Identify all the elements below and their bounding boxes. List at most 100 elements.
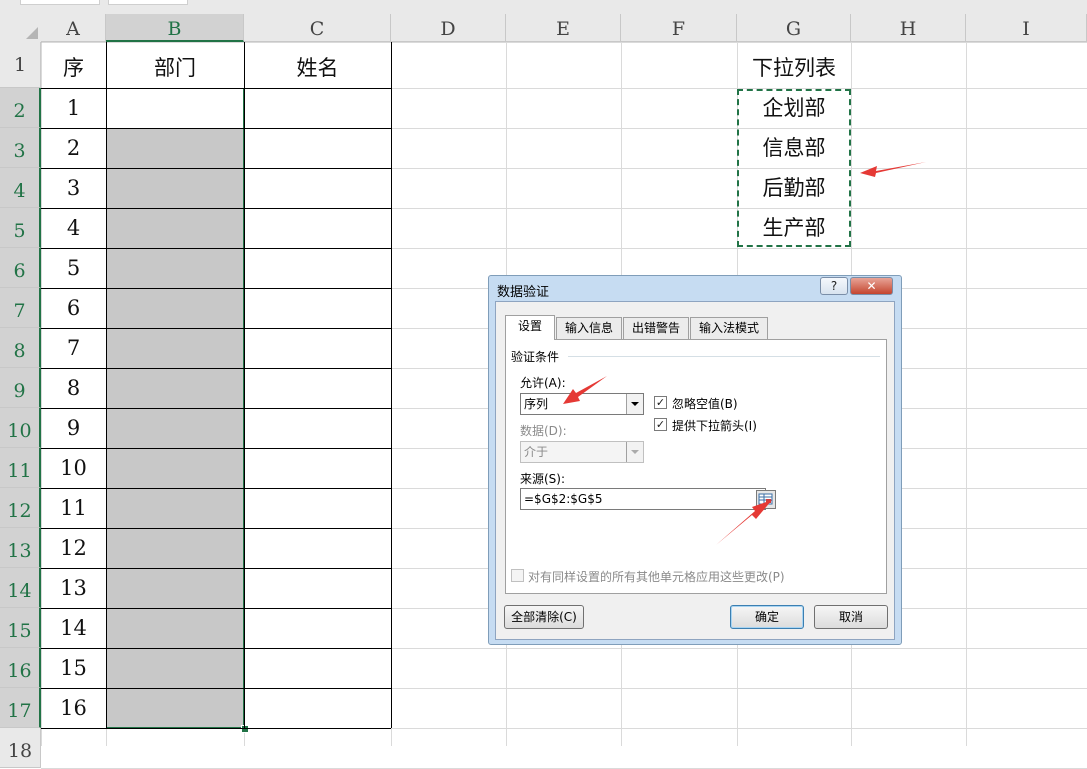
table-border — [41, 608, 391, 609]
ribbon-tab-shape[interactable] — [20, 0, 100, 5]
apply-all-checkbox[interactable] — [511, 569, 524, 582]
row-header-14[interactable]: 14 — [0, 568, 41, 608]
data-value: 介于 — [524, 445, 549, 459]
tab-input-message[interactable]: 输入信息 — [556, 317, 622, 339]
dialog-body: 设置 输入信息 出错警告 输入法模式 验证条件 允许(A): 序列 ✓ 忽略空值… — [495, 301, 895, 640]
seq-cell[interactable]: 13 — [41, 568, 106, 608]
row-header-11[interactable]: 11 — [0, 448, 41, 488]
chevron-down-icon[interactable] — [626, 442, 643, 462]
tab-settings[interactable]: 设置 — [505, 315, 555, 340]
table-border — [41, 248, 391, 249]
select-all-corner[interactable] — [0, 14, 42, 43]
data-label: 数据(D): — [520, 424, 567, 438]
help-button[interactable]: ? — [820, 277, 848, 295]
ribbon-tab-shape[interactable] — [108, 0, 188, 5]
ignore-blank-label[interactable]: 忽略空值(B) — [672, 395, 738, 412]
row-header-9[interactable]: 9 — [0, 368, 41, 408]
seq-cell[interactable]: 14 — [41, 608, 106, 648]
settings-panel: 验证条件 允许(A): 序列 ✓ 忽略空值(B) ✓ 提供下拉箭头(I) 数据(… — [505, 339, 887, 594]
seq-cell[interactable]: 5 — [41, 248, 106, 288]
row-header-13[interactable]: 13 — [0, 528, 41, 568]
row-header-15[interactable]: 15 — [0, 608, 41, 648]
seq-cell[interactable]: 2 — [41, 128, 106, 168]
dropdown-arrow-label[interactable]: 提供下拉箭头(I) — [672, 417, 757, 434]
row-header-4[interactable]: 4 — [0, 168, 41, 208]
seq-cell[interactable]: 11 — [41, 488, 106, 528]
seq-cell[interactable]: 8 — [41, 368, 106, 408]
row-header-5[interactable]: 5 — [0, 208, 41, 248]
table-border — [41, 368, 391, 369]
range-picker-icon[interactable] — [756, 490, 776, 509]
ignore-blank-checkbox[interactable]: ✓ — [654, 396, 667, 409]
row-header-16[interactable]: 16 — [0, 648, 41, 688]
table-border — [41, 448, 391, 449]
seq-cell[interactable]: 7 — [41, 328, 106, 368]
table-border — [391, 42, 392, 728]
section-title: 验证条件 — [511, 350, 560, 364]
section-divider — [568, 356, 880, 357]
dropdown-arrow-checkbox[interactable]: ✓ — [654, 418, 667, 431]
row-header-6[interactable]: 6 — [0, 248, 41, 288]
row-header-12[interactable]: 12 — [0, 488, 41, 528]
column-header-a[interactable]: A — [41, 14, 106, 42]
column-header-c[interactable]: C — [244, 14, 391, 42]
row-header-3[interactable]: 3 — [0, 128, 41, 168]
seq-cell[interactable]: 16 — [41, 688, 106, 728]
table-border — [41, 528, 391, 529]
seq-cell[interactable]: 15 — [41, 648, 106, 688]
seq-cell[interactable]: 9 — [41, 408, 106, 448]
table-border — [244, 42, 245, 728]
seq-cell[interactable]: 4 — [41, 208, 106, 248]
allow-value: 序列 — [524, 397, 549, 411]
seq-cell[interactable]: 1 — [41, 88, 106, 128]
header-dept[interactable]: 部门 — [106, 48, 244, 88]
ok-button[interactable]: 确定 — [730, 605, 804, 629]
cancel-button[interactable]: 取消 — [814, 605, 888, 629]
table-border — [41, 728, 391, 729]
allow-select[interactable]: 序列 — [520, 393, 644, 415]
row-header-2[interactable]: 2 — [0, 88, 41, 128]
source-input[interactable]: =$G$2:$G$5 — [520, 488, 766, 510]
range-picker-glyph — [758, 493, 773, 505]
row-header-10[interactable]: 10 — [0, 408, 41, 448]
table-border — [41, 128, 391, 129]
source-label: 来源(S): — [520, 472, 566, 486]
seq-cell[interactable]: 10 — [41, 448, 106, 488]
tab-error-alert[interactable]: 出错警告 — [623, 317, 689, 339]
row-header-18[interactable]: 18 — [0, 728, 41, 768]
arrow-icon — [860, 162, 926, 177]
column-header-g[interactable]: G — [737, 14, 851, 42]
clear-all-button[interactable]: 全部清除(C) — [504, 605, 584, 629]
header-seq[interactable]: 序 — [41, 48, 106, 88]
seq-cell[interactable]: 3 — [41, 168, 106, 208]
column-header-f[interactable]: F — [621, 14, 737, 42]
close-button[interactable]: ✕ — [850, 277, 893, 295]
column-header-h[interactable]: H — [851, 14, 966, 42]
row-header-8[interactable]: 8 — [0, 328, 41, 368]
allow-label: 允许(A): — [520, 376, 566, 390]
fill-handle[interactable] — [241, 725, 249, 733]
gridline-horizontal — [41, 42, 1087, 43]
column-header-i[interactable]: I — [966, 14, 1087, 42]
apply-all-label[interactable]: 对有同样设置的所有其他单元格应用这些更改(P) — [528, 568, 785, 585]
seq-cell[interactable]: 6 — [41, 288, 106, 328]
chevron-down-icon[interactable] — [626, 394, 643, 414]
data-select[interactable]: 介于 — [520, 441, 644, 463]
row-header-7[interactable]: 7 — [0, 288, 41, 328]
active-cell[interactable] — [107, 89, 243, 128]
row-header-1[interactable]: 1 — [0, 42, 41, 88]
table-border — [41, 288, 391, 289]
header-name[interactable]: 姓名 — [244, 48, 391, 88]
column-header-b[interactable]: B — [106, 14, 244, 42]
list-title[interactable]: 下拉列表 — [737, 48, 851, 88]
table-border — [41, 648, 391, 649]
table-border — [41, 688, 391, 689]
seq-cell[interactable]: 12 — [41, 528, 106, 568]
column-header-e[interactable]: E — [506, 14, 621, 42]
column-header-d[interactable]: D — [391, 14, 506, 42]
table-border — [106, 42, 107, 728]
tab-ime-mode[interactable]: 输入法模式 — [690, 317, 768, 339]
copy-marquee — [737, 89, 851, 247]
sheet-tab-strip — [0, 0, 1087, 15]
row-header-17[interactable]: 17 — [0, 688, 41, 728]
